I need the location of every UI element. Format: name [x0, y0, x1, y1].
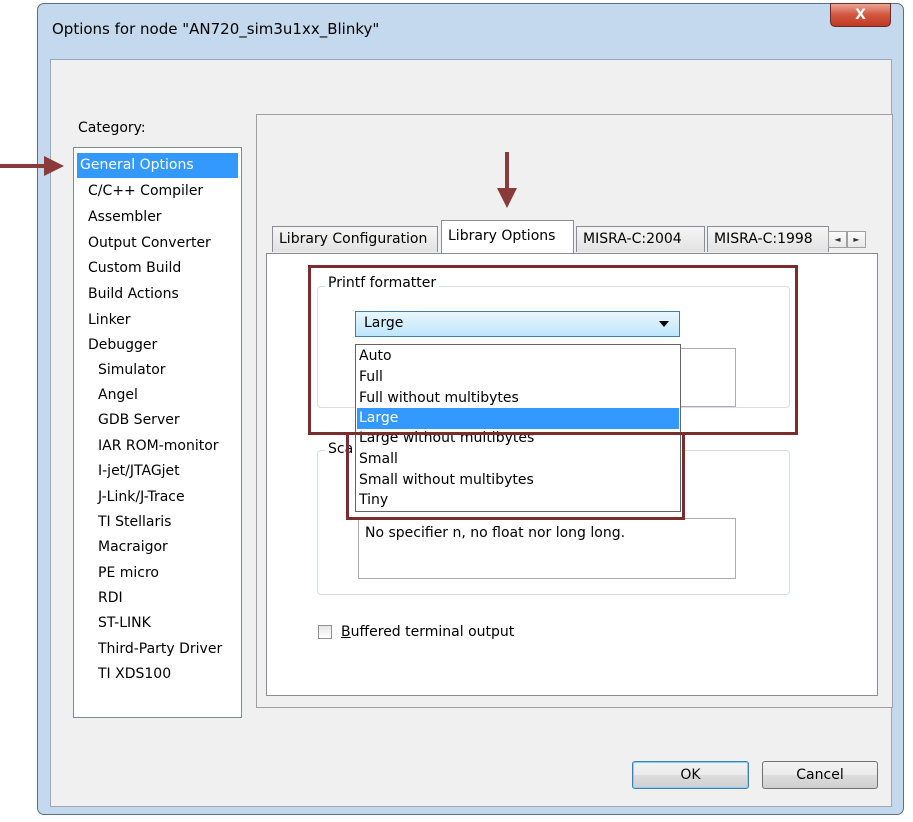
category-item-j-link[interactable]: J-Link/J-Trace: [98, 485, 185, 510]
category-item-angel[interactable]: Angel: [98, 383, 138, 408]
arrow-right-icon: [44, 156, 64, 176]
scroll-right-icon[interactable]: ►: [847, 231, 866, 248]
annotation-highlight-box-lower: [346, 433, 685, 520]
close-button[interactable]: X: [830, 3, 891, 27]
category-item-macraigor[interactable]: Macraigor: [98, 535, 168, 560]
tab-library-options[interactable]: Library Options: [441, 220, 574, 253]
category-item-linker[interactable]: Linker: [88, 308, 131, 333]
window-title: Options for node "AN720_sim3u1xx_Blinky": [52, 20, 380, 38]
tab-scroll-arrows[interactable]: ◄ ►: [828, 231, 866, 248]
ok-button[interactable]: OK: [632, 761, 749, 789]
buffered-terminal-checkbox[interactable]: [318, 625, 332, 639]
category-item-pe-micro[interactable]: PE micro: [98, 561, 159, 586]
category-item-ti-stellaris[interactable]: TI Stellaris: [98, 510, 171, 535]
scroll-left-icon[interactable]: ◄: [828, 231, 847, 248]
category-item-debugger[interactable]: Debugger: [88, 333, 157, 358]
category-item-assembler[interactable]: Assembler: [88, 205, 162, 230]
arrow-down-icon: [497, 188, 517, 208]
tab-misra-c-2004[interactable]: MISRA-C:2004: [576, 226, 705, 252]
scanf-description-box: No specifier n, no float nor long long.: [358, 518, 736, 579]
scanf-description: No specifier n, no float nor long long.: [365, 525, 626, 541]
close-icon: X: [855, 7, 866, 23]
category-item-build-actions[interactable]: Build Actions: [88, 282, 179, 307]
category-list[interactable]: General Options C/C++ Compiler Assembler…: [73, 147, 242, 718]
tab-library-configuration[interactable]: Library Configuration: [272, 226, 438, 252]
category-item-gdb-server[interactable]: GDB Server: [98, 408, 180, 433]
category-label: Category:: [78, 120, 146, 136]
category-item-iar-rom-monitor[interactable]: IAR ROM-monitor: [98, 434, 219, 459]
category-item-rdi[interactable]: RDI: [98, 586, 123, 611]
category-item-i-jet[interactable]: I-jet/JTAGjet: [98, 459, 180, 484]
cancel-button[interactable]: Cancel: [762, 761, 878, 789]
buffered-terminal-label[interactable]: Buffered terminal output: [341, 624, 514, 640]
category-item-output-converter[interactable]: Output Converter: [88, 231, 211, 256]
annotation-arrow-down: [505, 152, 509, 190]
category-item-st-link[interactable]: ST-LINK: [98, 611, 151, 636]
category-item-ti-xds100[interactable]: TI XDS100: [98, 662, 171, 687]
category-item-third-party-driver[interactable]: Third-Party Driver: [98, 637, 222, 662]
tab-misra-c-1998[interactable]: MISRA-C:1998: [707, 226, 829, 252]
category-item-custom-build[interactable]: Custom Build: [88, 256, 181, 281]
buffered-terminal-mnemonic: B: [341, 624, 351, 640]
annotation-arrow-left: [0, 164, 46, 168]
category-item-general-options[interactable]: General Options: [77, 153, 238, 178]
buffered-terminal-label-text: uffered terminal output: [350, 624, 515, 640]
category-item-c-compiler[interactable]: C/C++ Compiler: [88, 179, 203, 204]
annotation-highlight-box: [308, 265, 798, 435]
category-item-simulator[interactable]: Simulator: [98, 358, 166, 383]
